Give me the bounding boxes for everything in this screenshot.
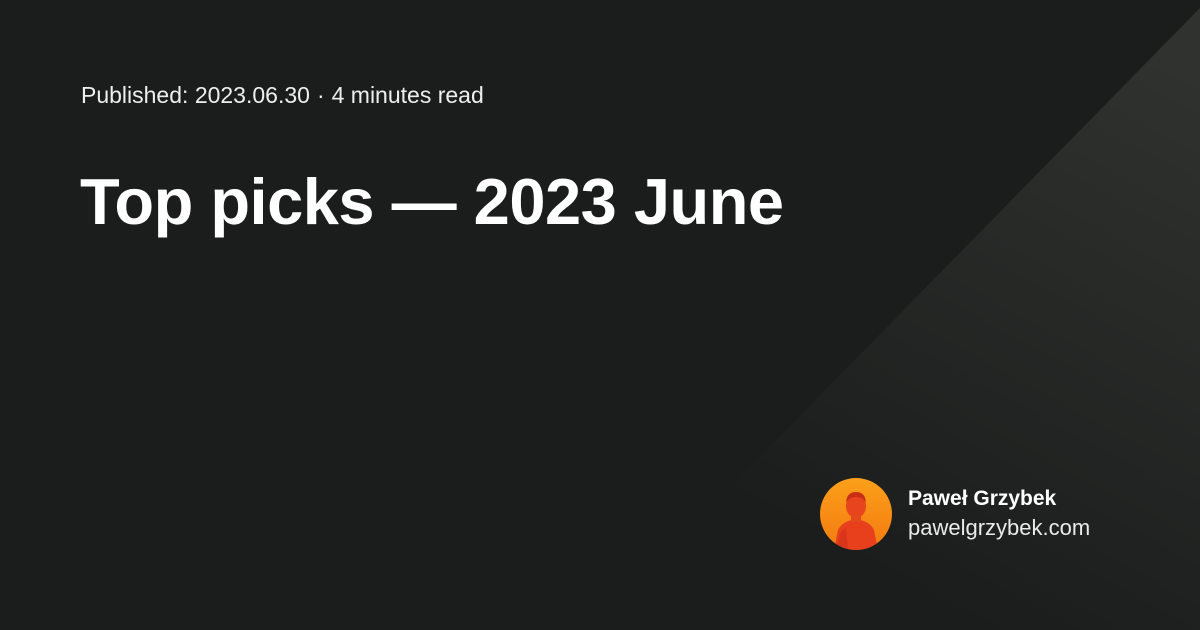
author-block: Paweł Grzybek pawelgrzybek.com bbox=[820, 478, 1090, 550]
author-website-link[interactable]: pawelgrzybek.com bbox=[908, 513, 1090, 543]
author-photo-icon bbox=[820, 478, 892, 550]
reading-time: 4 minutes read bbox=[331, 82, 484, 108]
published-label: Published: bbox=[81, 82, 189, 108]
author-text: Paweł Grzybek pawelgrzybek.com bbox=[908, 485, 1090, 543]
post-meta: Published: 2023.06.30 · 4 minutes read bbox=[81, 80, 484, 110]
published-date: 2023.06.30 bbox=[194, 82, 310, 108]
social-card: Published: 2023.06.30 · 4 minutes read Top… bbox=[0, 0, 1200, 630]
meta-separator: · bbox=[316, 82, 325, 108]
page-title: Top picks — 2023 June bbox=[80, 165, 784, 238]
author-name: Paweł Grzybek bbox=[908, 487, 1057, 510]
